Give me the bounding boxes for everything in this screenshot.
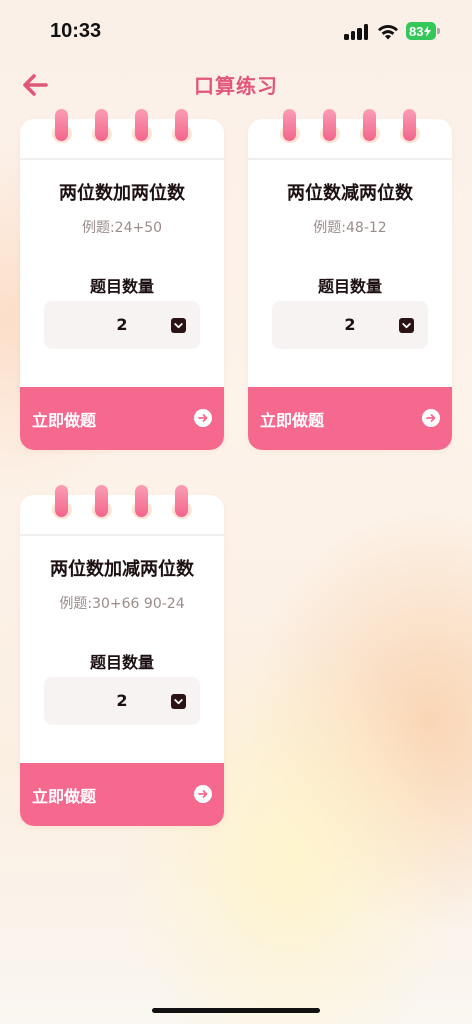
binder-rings <box>20 485 224 529</box>
card-title: 两位数加减两位数 <box>50 559 194 580</box>
wifi-icon <box>378 24 398 40</box>
status-time: 10:33 <box>50 20 102 42</box>
battery-level: 83 <box>409 23 424 39</box>
quantity-label: 题目数量 <box>89 277 154 296</box>
card-title: 两位数加两位数 <box>59 183 185 204</box>
chevron-down-icon <box>399 318 414 333</box>
chevron-down-icon <box>171 318 186 333</box>
card-divider <box>20 158 224 160</box>
card-example: 例题:48-12 <box>313 220 387 236</box>
start-practice-label: 立即做题 <box>260 411 325 430</box>
quantity-label: 题目数量 <box>317 277 382 296</box>
start-practice-label: 立即做题 <box>32 411 97 430</box>
start-practice-button[interactable]: 立即做题 <box>248 387 452 450</box>
arrow-right-circle-icon <box>194 409 212 427</box>
exercise-card-add: 两位数加两位数 例题:24+50 题目数量 2 立即做题 <box>20 109 224 450</box>
start-practice-button[interactable]: 立即做题 <box>20 763 224 826</box>
home-indicator <box>152 1008 320 1013</box>
quantity-select[interactable]: 2 <box>272 301 428 349</box>
chevron-down-icon <box>171 694 186 709</box>
battery-icon: 83 <box>406 22 436 40</box>
arrow-right-circle-icon <box>422 409 440 427</box>
start-practice-button[interactable]: 立即做题 <box>20 387 224 450</box>
card-divider <box>248 158 452 160</box>
card-divider <box>20 534 224 536</box>
card-title: 两位数减两位数 <box>287 183 413 204</box>
page-title: 口算练习 <box>194 74 278 98</box>
exercise-card-subtract: 两位数减两位数 例题:48-12 题目数量 2 立即做题 <box>248 109 452 450</box>
card-example: 例题:30+66 90-24 <box>59 596 185 612</box>
binder-rings <box>248 109 452 153</box>
status-bar: 10:33 83 <box>0 0 472 60</box>
quantity-label: 题目数量 <box>89 653 154 672</box>
battery-cap <box>437 28 440 34</box>
quantity-select[interactable]: 2 <box>44 677 200 725</box>
binder-rings <box>20 109 224 153</box>
exercise-card-mixed: 两位数加减两位数 例题:30+66 90-24 题目数量 2 立即做题 <box>20 485 224 826</box>
arrow-right-circle-icon <box>194 785 212 803</box>
card-example: 例题:24+50 <box>81 220 163 236</box>
cellular-signal-icon <box>344 24 370 40</box>
start-practice-label: 立即做题 <box>32 787 97 806</box>
quantity-select[interactable]: 2 <box>44 301 200 349</box>
